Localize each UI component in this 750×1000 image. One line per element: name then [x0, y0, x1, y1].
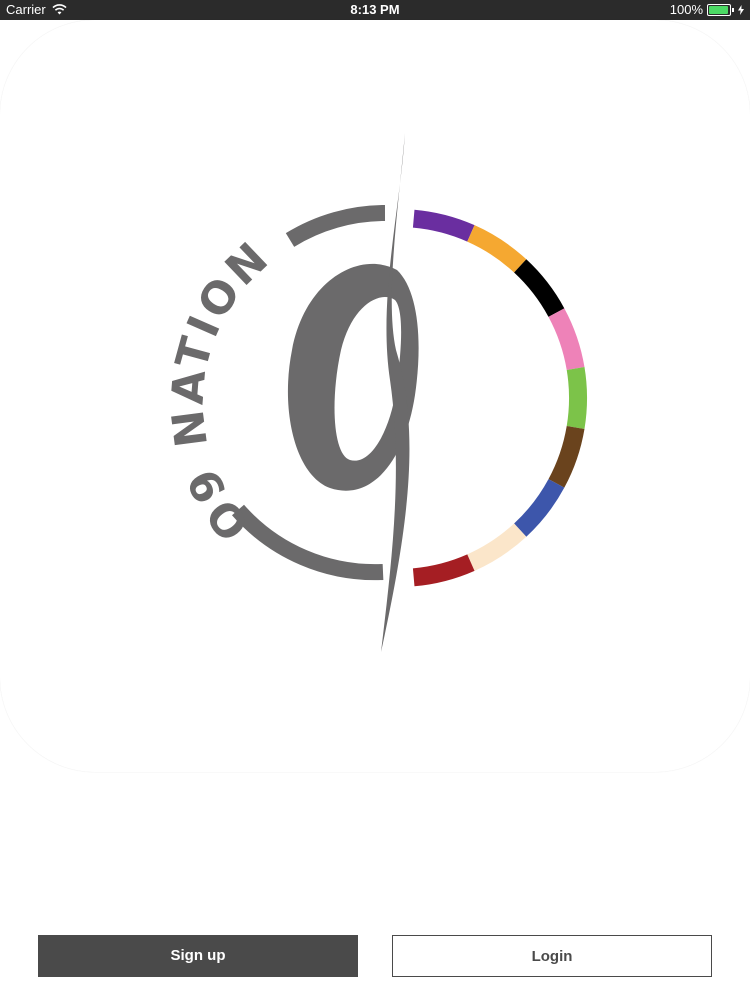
color-ring: [412, 209, 588, 587]
ring-segment: [412, 209, 475, 242]
login-button[interactable]: Login: [392, 935, 712, 977]
spear: [381, 133, 410, 652]
gray-arc-bottom: [231, 504, 384, 581]
brand-text: O9 NATION: [162, 231, 280, 550]
ring-segment: [513, 478, 565, 537]
ring-segment: [412, 554, 475, 587]
ring-segment: [467, 523, 527, 571]
gray-arc-top: [285, 205, 386, 247]
sign-up-button[interactable]: Sign up: [38, 935, 358, 977]
brand-textpath: O9 NATION: [162, 231, 277, 550]
o9-nation-logo: O9 NATION: [162, 133, 588, 652]
ring-segment: [548, 308, 585, 371]
ring-segment: [548, 425, 585, 488]
ring-segment: [513, 259, 565, 318]
ring-segment: [566, 367, 588, 429]
ring-segment: [467, 225, 527, 273]
